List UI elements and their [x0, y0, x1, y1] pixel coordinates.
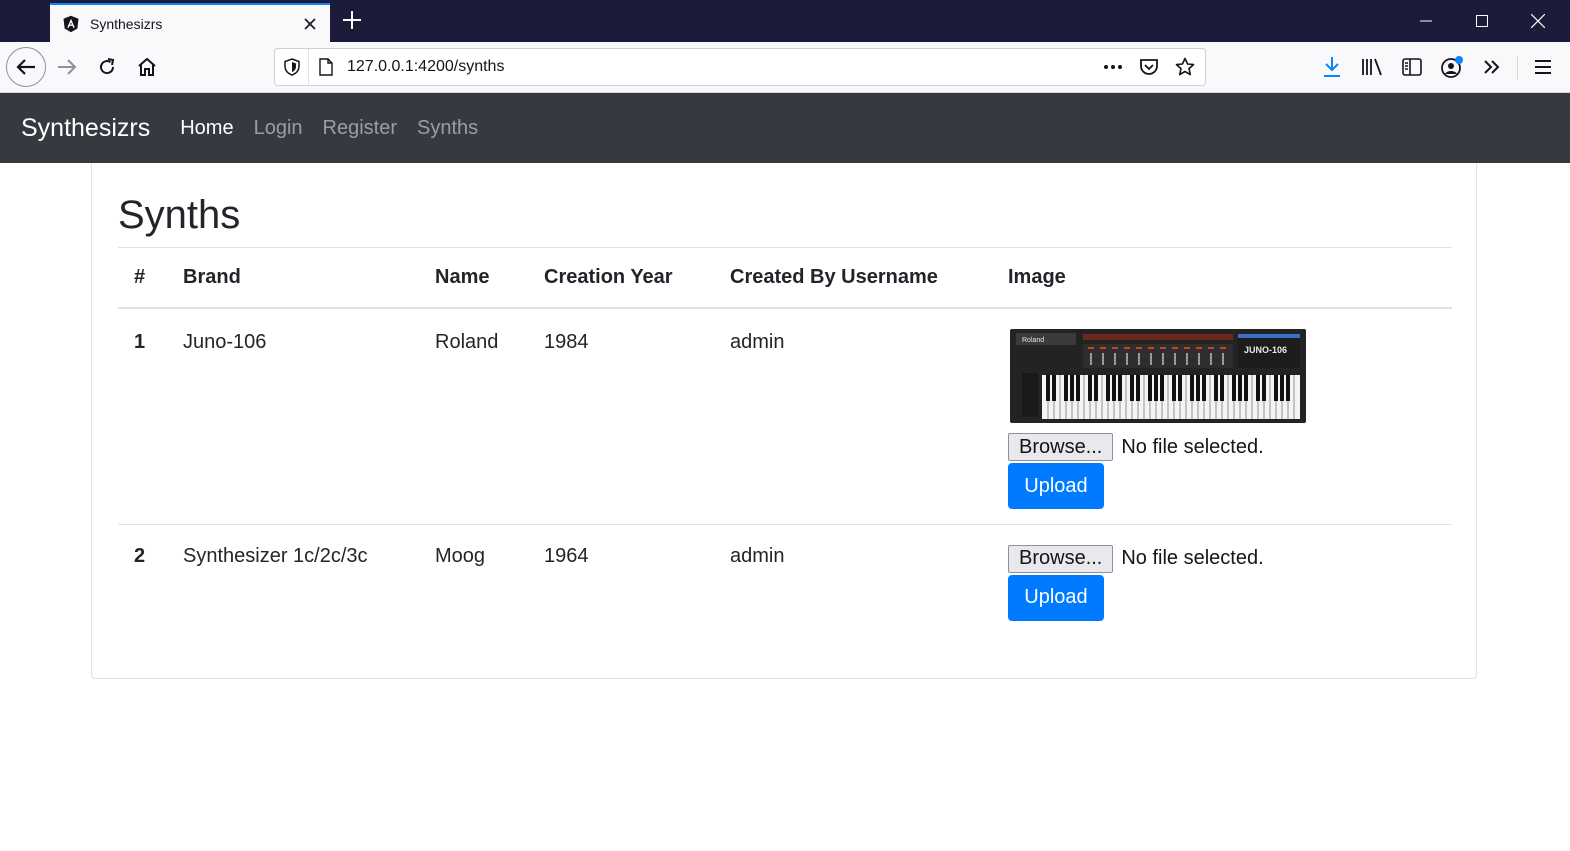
synth-brand-lettering: Roland [1022, 337, 1044, 344]
back-arrow-icon[interactable] [6, 47, 46, 87]
library-icon[interactable] [1353, 48, 1391, 86]
url-text[interactable]: 127.0.0.1:4200/synths [343, 58, 1101, 76]
page-info-icon[interactable] [309, 49, 343, 85]
table-header-row: # Brand Name Creation Year Created By Us… [118, 248, 1452, 309]
app-navbar: Synthesizrs Home Login Register Synths [0, 93, 1570, 163]
row-user: admin [730, 308, 1008, 525]
home-icon[interactable] [128, 48, 166, 86]
angular-favicon-icon [63, 15, 79, 32]
row-image-cell: Browse... No file selected. Upload [1008, 524, 1452, 632]
upload-button[interactable]: Upload [1008, 463, 1104, 509]
row-name: Roland [435, 308, 544, 525]
synth-image: Roland JUNO-106 [1008, 325, 1308, 423]
new-tab-button[interactable] [340, 9, 364, 33]
tracking-shield-icon[interactable] [275, 49, 309, 85]
browse-file-button[interactable]: Browse... [1008, 433, 1114, 461]
pocket-icon[interactable] [1137, 55, 1161, 79]
browser-tab-strip: Synthesizrs [0, 0, 1570, 42]
nav-link-login[interactable]: Login [254, 117, 303, 140]
overflow-chevron-icon[interactable] [1473, 48, 1511, 86]
table-row: 2 Synthesizer 1c/2c/3c Moog 1964 admin B… [118, 524, 1452, 632]
file-status-text: No file selected. [1121, 547, 1264, 569]
header-image: Image [1008, 248, 1452, 309]
nav-link-home[interactable]: Home [180, 117, 233, 140]
header-created-by-username: Created By Username [730, 248, 1008, 309]
content-card: Synths # Brand Name Creation Year Create… [91, 163, 1477, 679]
bookmark-star-icon[interactable] [1173, 55, 1197, 79]
nav-link-synths[interactable]: Synths [417, 117, 478, 140]
downloads-icon[interactable] [1313, 48, 1351, 86]
row-image-cell: Roland JUNO-106 Browse... No file select… [1008, 308, 1452, 525]
sidebar-icon[interactable] [1393, 48, 1431, 86]
header-number: # [118, 248, 183, 309]
synth-model-lettering: JUNO-106 [1244, 345, 1287, 355]
address-bar[interactable]: 127.0.0.1:4200/synths [274, 48, 1206, 86]
account-icon[interactable] [1433, 48, 1471, 86]
upload-button[interactable]: Upload [1008, 574, 1104, 621]
row-name: Moog [435, 544, 486, 567]
page-title: Synths [118, 193, 241, 237]
table-row: 1 Juno-106 Roland 1984 admin Roland JUNO… [118, 308, 1452, 525]
hamburger-menu-icon[interactable] [1524, 48, 1562, 86]
nav-link-register[interactable]: Register [323, 117, 397, 140]
browser-tab[interactable]: Synthesizrs [50, 3, 330, 42]
row-brand: Synthesizer 1c/2c/3c [183, 544, 368, 567]
row-year: 1984 [544, 308, 730, 525]
header-name: Name [435, 248, 544, 309]
row-number: 2 [134, 544, 146, 567]
browse-file-button[interactable]: Browse... [1008, 544, 1114, 573]
row-brand: Juno-106 [183, 308, 435, 525]
row-user: admin [730, 544, 785, 567]
synths-table: # Brand Name Creation Year Created By Us… [118, 248, 1452, 632]
navbar-brand[interactable]: Synthesizrs [21, 114, 150, 143]
header-brand: Brand [183, 248, 435, 309]
window-close-icon[interactable] [1510, 0, 1566, 42]
tab-title: Synthesizrs [90, 15, 163, 32]
window-maximize-icon[interactable] [1454, 0, 1510, 42]
forward-arrow-icon[interactable] [48, 48, 86, 86]
header-creation-year: Creation Year [544, 248, 730, 309]
row-number: 1 [118, 308, 183, 525]
tab-close-icon[interactable] [300, 14, 320, 34]
row-year: 1964 [544, 544, 589, 567]
browser-toolbar: 127.0.0.1:4200/synths [0, 42, 1570, 93]
reload-icon[interactable] [88, 48, 126, 86]
page-actions-icon[interactable] [1101, 55, 1125, 79]
toolbar-separator [1517, 56, 1518, 80]
file-status-text: No file selected. [1121, 435, 1264, 458]
window-minimize-icon[interactable] [1398, 0, 1454, 42]
